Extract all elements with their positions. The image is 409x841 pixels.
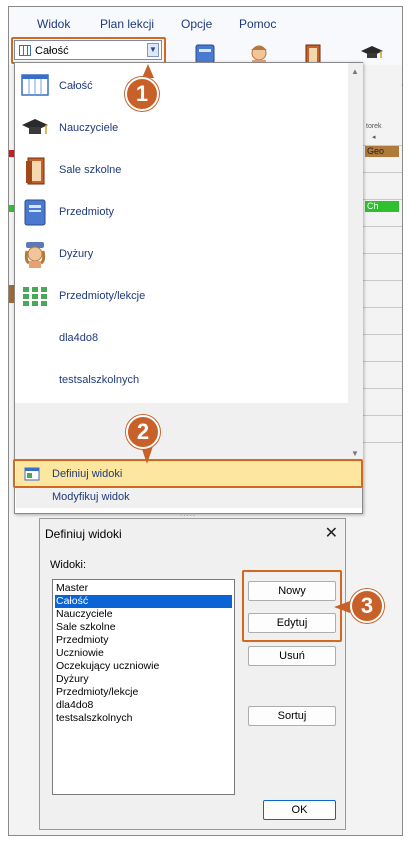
scroll-left-icon: ◂ (372, 134, 376, 141)
highlight-box-2 (13, 459, 363, 488)
view-item-label: Całość (59, 80, 93, 92)
view-item-sale-szkolne[interactable]: Sale szkolne (15, 149, 348, 191)
graduation-cap-icon (21, 115, 49, 141)
view-item-label: Przedmioty/lekcje (59, 290, 146, 302)
list-item-selected[interactable]: Całość (55, 595, 232, 608)
column-header: torek (366, 123, 382, 130)
list-item[interactable]: Nauczyciele (55, 608, 232, 621)
list-item[interactable]: Sale szkolne (55, 621, 232, 634)
delete-button[interactable]: Usuń (248, 646, 336, 666)
modify-view-item[interactable]: Modyfikuj widok (16, 488, 362, 508)
view-item-label: Przedmioty (59, 206, 115, 218)
timetable-background: torek ◂ Geo Ch (362, 65, 402, 505)
view-item-testsalszkolnych[interactable]: testsalszkolnych (15, 359, 348, 401)
list-item[interactable]: Przedmioty (55, 634, 232, 647)
view-dropdown: Całość Nauczyciele Sale szkolne Przedmio… (14, 62, 363, 518)
graduation-cap-icon[interactable] (360, 43, 384, 66)
view-item-label: Sale szkolne (59, 164, 122, 176)
scroll-up-icon[interactable]: ▲ (351, 67, 359, 76)
close-icon[interactable]: ✕ (325, 523, 338, 543)
modify-view-label: Modyfikuj widok (52, 491, 130, 503)
view-list: Całość Nauczyciele Sale szkolne Przedmio… (15, 63, 348, 461)
callout-2: 2 (126, 415, 160, 449)
grid-table-icon (21, 73, 49, 99)
view-item-label: dla4do8 (59, 332, 99, 344)
highlight-box-1 (11, 37, 166, 64)
door-icon (21, 157, 49, 185)
list-item[interactable]: testsalszkolnych (55, 712, 232, 725)
list-item[interactable]: Dyżury (55, 673, 232, 686)
view-item-label: Nauczyciele (59, 122, 119, 134)
list-item[interactable]: Master (55, 582, 232, 595)
menu-pomoc[interactable]: Pomoc (239, 17, 276, 31)
sort-button[interactable]: Sortuj (248, 706, 336, 726)
callout-1: 1 (125, 77, 159, 111)
list-item[interactable]: Uczniowie (55, 647, 232, 660)
views-list-label: Widoki: (50, 559, 87, 571)
define-views-dialog: Definiuj widoki ✕ Widoki: Master Całość … (39, 518, 346, 830)
view-item-calosc[interactable]: Całość (15, 65, 348, 107)
menu-opcje[interactable]: Opcje (181, 17, 212, 31)
dropdown-scrollbar[interactable]: ▲ ▼ (348, 63, 363, 463)
resize-grip[interactable]: ..... (180, 509, 196, 518)
dialog-title: Definiuj widoki (45, 527, 122, 541)
view-item-nauczyciele[interactable]: Nauczyciele (15, 107, 348, 149)
scroll-down-icon[interactable]: ▼ (351, 449, 359, 458)
view-item-label: testsalszkolnych (59, 374, 140, 386)
menu-widok[interactable]: Widok (37, 17, 70, 31)
ok-button[interactable]: OK (263, 800, 336, 820)
callout-3-pointer (334, 601, 350, 613)
menu-plan-lekcji[interactable]: Plan lekcji (100, 17, 154, 31)
view-item-dyzury[interactable]: Dyżury (15, 233, 348, 275)
list-item[interactable]: Przedmioty/lekcje (55, 686, 232, 699)
duty-officer-icon (21, 241, 49, 268)
views-listbox[interactable]: Master Całość Nauczyciele Sale szkolne P… (52, 579, 235, 795)
callout-1-pointer (142, 64, 154, 78)
callout-3: 3 (350, 589, 384, 623)
cell-geo: Geo (365, 146, 399, 157)
list-empty-area (15, 403, 348, 461)
cell-ch: Ch (365, 201, 399, 212)
menu-bar: Widok Plan lekcji Opcje Pomoc (9, 7, 402, 35)
green-grid-icon (21, 283, 49, 309)
list-item[interactable]: Oczekujący uczniowie (55, 660, 232, 673)
highlight-box-3 (242, 570, 342, 642)
view-item-label: Dyżury (59, 248, 94, 260)
list-item[interactable]: dla4do8 (55, 699, 232, 712)
view-item-przedmioty[interactable]: Przedmioty (15, 191, 348, 233)
book-icon (21, 199, 49, 226)
view-item-przedmioty-lekcje[interactable]: Przedmioty/lekcje (15, 275, 348, 317)
view-item-dla4do8[interactable]: dla4do8 (15, 317, 348, 359)
